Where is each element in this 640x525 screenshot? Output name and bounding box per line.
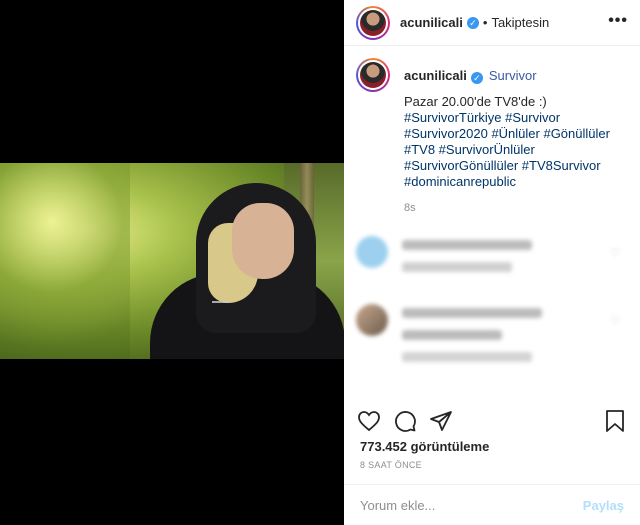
caption-avatar[interactable] xyxy=(356,58,390,92)
header-divider xyxy=(344,45,640,46)
blurred-line xyxy=(402,308,542,318)
caption-time: 8s xyxy=(404,202,416,214)
comment-icon[interactable] xyxy=(392,408,418,434)
heart-icon[interactable]: ♡ xyxy=(610,314,622,328)
caption-hashtags[interactable]: #SurvivorTürkiye #Survivor #Survivor2020… xyxy=(404,110,628,190)
comment-input[interactable] xyxy=(360,497,583,513)
list-item: ♡ xyxy=(344,304,640,374)
post-actions xyxy=(344,403,640,439)
bookmark-icon[interactable] xyxy=(602,408,628,434)
caption-text: Pazar 20.00'de TV8'de :) xyxy=(404,94,547,109)
comment-bar: Paylaş xyxy=(344,484,640,525)
person-face xyxy=(232,203,294,279)
blurred-line xyxy=(402,262,512,272)
separator-dot: • xyxy=(482,15,488,30)
post-timestamp[interactable]: 8 SAAT ÖNCE xyxy=(360,460,422,470)
view-count[interactable]: 773.452 görüntüleme xyxy=(360,439,489,454)
share-icon[interactable] xyxy=(428,408,454,434)
caption-avatar-image xyxy=(360,62,386,88)
blurred-line xyxy=(402,240,532,250)
more-options-icon[interactable]: ••• xyxy=(608,12,628,30)
verified-badge-icon: ✓ xyxy=(466,16,479,29)
caption-username[interactable]: acunilicali xyxy=(404,68,467,83)
heart-icon[interactable] xyxy=(356,408,382,434)
avatar[interactable] xyxy=(356,5,390,40)
blurred-comment-text xyxy=(402,304,610,374)
comments-section: acunilicali ✓ Survivor Pazar 20.00'de TV8'… xyxy=(344,58,640,398)
post-side-panel: acunilicali ✓ • Takiptesin ••• acunilica… xyxy=(344,0,640,525)
list-item: ♡ xyxy=(344,236,640,284)
location-link[interactable]: Survivor xyxy=(489,68,537,83)
post-header: acunilicali ✓ • Takiptesin ••• xyxy=(344,0,640,45)
video-player[interactable] xyxy=(0,0,344,525)
heart-icon[interactable]: ♡ xyxy=(610,246,622,260)
caption-body: acunilicali ✓ Survivor Pazar 20.00'de TV8'… xyxy=(404,68,628,216)
blurred-line xyxy=(402,352,532,362)
avatar-image xyxy=(360,9,386,36)
jacket-logo xyxy=(212,293,228,303)
jungle-foliage xyxy=(0,163,130,359)
avatar[interactable] xyxy=(356,304,388,336)
verified-badge-icon: ✓ xyxy=(470,72,483,84)
blurred-comment-text xyxy=(402,236,610,284)
follow-status[interactable]: Takiptesin xyxy=(491,15,549,30)
avatar[interactable] xyxy=(356,236,388,268)
blurred-line xyxy=(402,330,502,340)
post-comment-button[interactable]: Paylaş xyxy=(583,498,624,513)
username-link[interactable]: acunilicali xyxy=(400,15,463,30)
video-frame[interactable] xyxy=(0,163,344,359)
caption-header: acunilicali ✓ Survivor xyxy=(404,68,628,84)
caption: acunilicali ✓ Survivor Pazar 20.00'de TV8'… xyxy=(344,58,640,216)
